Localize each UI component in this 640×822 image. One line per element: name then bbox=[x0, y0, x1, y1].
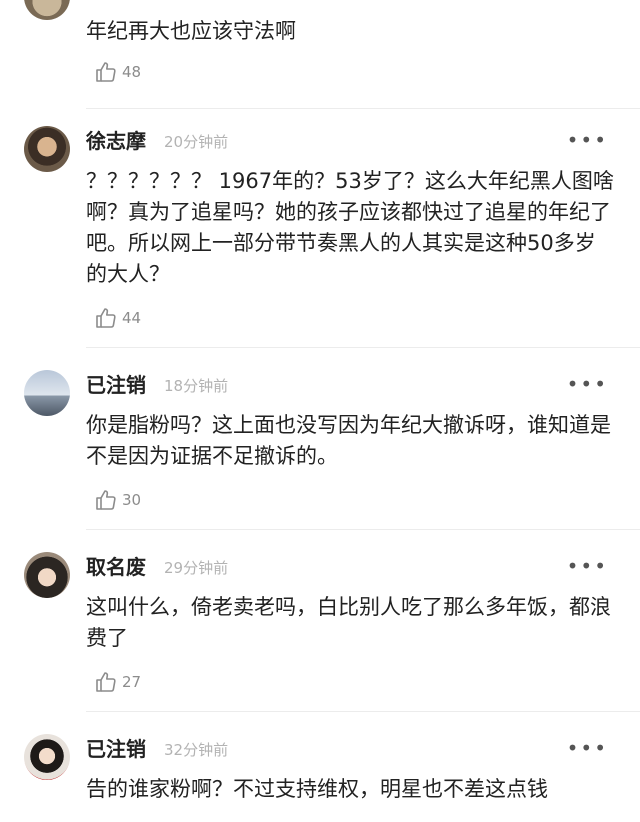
timestamp: 29分钟前 bbox=[164, 559, 229, 577]
timestamp: 18分钟前 bbox=[164, 377, 229, 395]
like-count: 30 bbox=[122, 491, 142, 509]
comment-text: 你是脂粉吗？这上面也没写因为年纪大撤诉呀，谁知道是不是因为证据不足撤诉的。 bbox=[86, 413, 611, 468]
thumbs-up-icon bbox=[96, 308, 116, 328]
thumbs-up-icon bbox=[96, 490, 116, 510]
username[interactable]: 已注销 bbox=[86, 372, 146, 398]
username[interactable]: 徐志摩 bbox=[86, 128, 146, 154]
avatar[interactable] bbox=[24, 734, 70, 780]
like-button[interactable]: 30 bbox=[94, 488, 141, 512]
comment-text: 告的谁家粉啊？不过支持维权，明星也不差这点钱 bbox=[86, 777, 548, 801]
username[interactable]: 取名废 bbox=[86, 554, 146, 580]
more-dots-icon[interactable]: ••• bbox=[567, 371, 608, 397]
comment-item: 徐志摩 20分钟前 ••• ？？？？？？ 1967年的？53岁了？这么大年纪黑人… bbox=[0, 110, 640, 348]
like-count: 44 bbox=[122, 309, 142, 327]
comment-text: 年纪再大也应该守法啊 bbox=[86, 19, 296, 43]
username[interactable]: 已注销 bbox=[86, 736, 146, 762]
more-dots-icon[interactable]: ••• bbox=[567, 553, 608, 579]
comment-item: 已注销 32分钟前 ••• 告的谁家粉啊？不过支持维权，明星也不差这点钱 bbox=[0, 712, 640, 822]
divider bbox=[86, 108, 640, 109]
comment-text: 这叫什么，倚老卖老吗，白比别人吃了那么多年饭，都浪费了 bbox=[86, 595, 611, 650]
like-button[interactable]: 48 bbox=[94, 60, 141, 84]
comment-text: ？？？？？？ 1967年的？53岁了？这么大年纪黑人图啥啊？真为了追星吗？她的孩… bbox=[86, 169, 614, 286]
comment-item: 取名废 29分钟前 ••• 这叫什么，倚老卖老吗，白比别人吃了那么多年饭，都浪费… bbox=[0, 530, 640, 712]
like-count: 27 bbox=[122, 673, 142, 691]
like-count: 48 bbox=[122, 63, 142, 81]
more-dots-icon[interactable]: ••• bbox=[567, 735, 608, 761]
like-button[interactable]: 44 bbox=[94, 306, 141, 330]
avatar[interactable] bbox=[24, 552, 70, 598]
timestamp: 32分钟前 bbox=[164, 741, 229, 759]
thumbs-up-icon bbox=[96, 62, 116, 82]
avatar[interactable] bbox=[24, 126, 70, 172]
avatar[interactable] bbox=[24, 0, 70, 20]
more-dots-icon[interactable]: ••• bbox=[567, 127, 608, 153]
comment-item: 年纪再大也应该守法啊 48 bbox=[0, 0, 640, 110]
avatar[interactable] bbox=[24, 370, 70, 416]
comment-item: 已注销 18分钟前 ••• 你是脂粉吗？这上面也没写因为年纪大撤诉呀，谁知道是不… bbox=[0, 348, 640, 530]
timestamp: 20分钟前 bbox=[164, 133, 229, 151]
like-button[interactable]: 27 bbox=[94, 670, 141, 694]
thumbs-up-icon bbox=[96, 672, 116, 692]
